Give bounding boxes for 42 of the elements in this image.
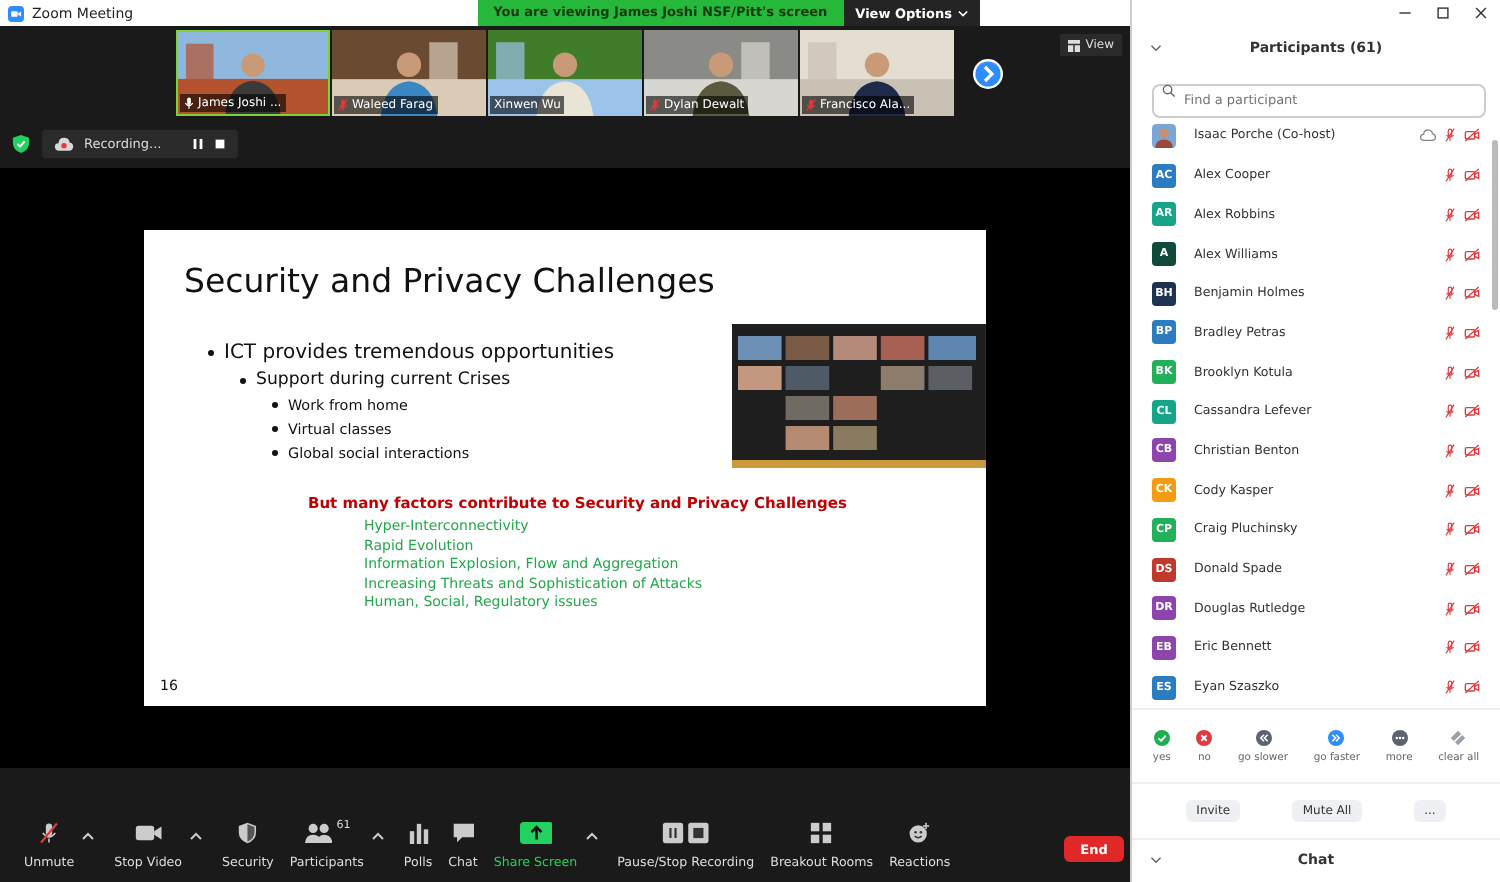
avatar <box>1152 123 1176 148</box>
chevron-icon[interactable] <box>1150 44 1162 53</box>
bar-chart-icon <box>407 821 430 843</box>
more-icon <box>1391 729 1408 746</box>
maximize-icon[interactable] <box>1436 6 1450 21</box>
bullet-icon <box>208 350 214 356</box>
slide-title: Security and Privacy Challenges <box>184 262 717 300</box>
shield-icon <box>12 134 30 154</box>
close-icon[interactable] <box>1474 6 1488 21</box>
video-camera-icon <box>133 821 163 843</box>
stop-icon[interactable] <box>213 138 226 150</box>
caret-icon[interactable] <box>190 832 203 840</box>
share-screen-icon <box>519 821 552 843</box>
bullet-icon <box>240 377 246 383</box>
grid-icon <box>810 821 833 843</box>
caret-icon[interactable] <box>585 832 598 840</box>
smiley-icon <box>908 821 931 843</box>
bullet-item: ICT provides tremendous opportunities <box>224 342 615 364</box>
cross-icon <box>1196 729 1213 746</box>
chat-icon <box>451 821 475 843</box>
bullet-icon <box>272 402 278 408</box>
next-page-icon[interactable] <box>972 57 1004 89</box>
muted-microphone-icon <box>38 821 61 843</box>
cloud-icon <box>54 136 74 152</box>
shield-icon <box>238 821 258 843</box>
check-icon <box>1153 729 1170 746</box>
caret-icon[interactable] <box>371 832 384 840</box>
search-icon <box>1162 84 1176 99</box>
fast-forward-icon <box>1328 729 1345 746</box>
grid-icon <box>1067 39 1080 51</box>
chevron-icon[interactable] <box>1150 856 1162 865</box>
caret-icon[interactable] <box>82 832 95 840</box>
pause-stop-icon <box>662 821 710 843</box>
microphone-icon <box>184 96 194 110</box>
rewind-icon <box>1255 729 1271 746</box>
caret-icon <box>957 9 968 17</box>
bullet-icon <box>272 426 278 432</box>
bullet-item: Support during current Crises <box>256 370 511 390</box>
zoom-logo-icon <box>8 5 24 21</box>
bullet-icon <box>272 450 278 456</box>
pause-icon[interactable] <box>191 138 204 150</box>
people-icon <box>303 821 333 843</box>
